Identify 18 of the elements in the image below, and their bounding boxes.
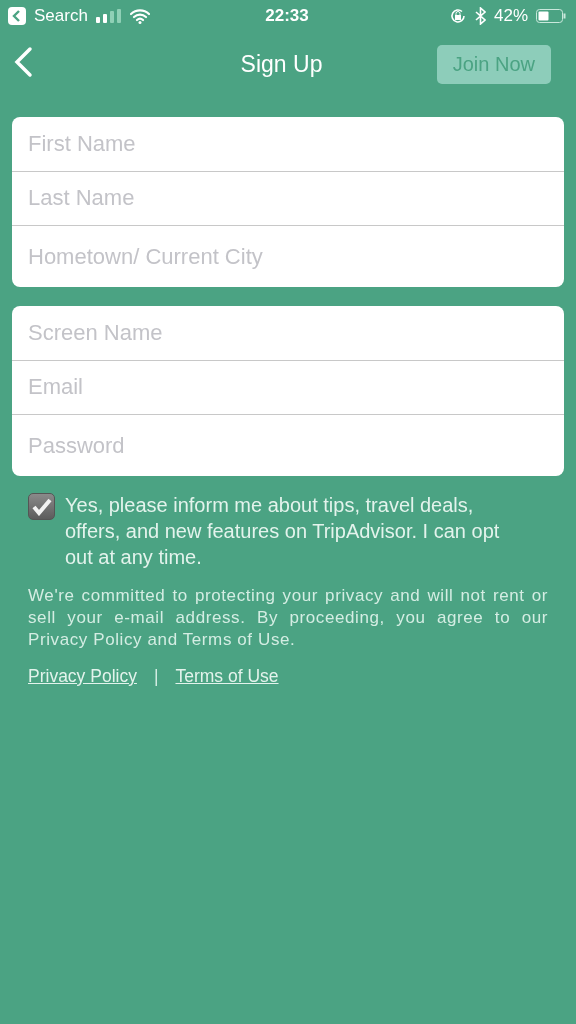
footer-link[interactable]: Privacy Policy (28, 666, 137, 687)
page-title: Sign Up (240, 50, 323, 78)
back-label[interactable]: Search (34, 6, 88, 26)
signal-icon (95, 9, 122, 23)
link-separator: | (153, 666, 159, 687)
bluetooth-icon (475, 7, 486, 25)
back-icon[interactable] (8, 7, 26, 25)
wifi-icon (129, 8, 150, 24)
text-field[interactable]: Last Name (12, 171, 564, 226)
opt-in-label: Yes, please inform me about tips, travel deals, offers, and new features on TripAdvisor. I can opt out at any time. (65, 493, 501, 570)
battery-icon (536, 9, 566, 23)
footer-link[interactable]: Terms of Use (175, 666, 279, 687)
text-field[interactable]: First Name (12, 117, 564, 172)
privacy-note: We're committed to protecting your privacy and will not rent or sell your e-mail address. By proceeding, you agree to our Privacy Policy and Terms of Use. (28, 585, 548, 651)
clock-time: 22:33 (265, 6, 309, 26)
back-chevron-icon[interactable] (12, 46, 34, 78)
battery-percent: 42% (494, 6, 528, 26)
rotation-lock-icon (449, 7, 467, 25)
